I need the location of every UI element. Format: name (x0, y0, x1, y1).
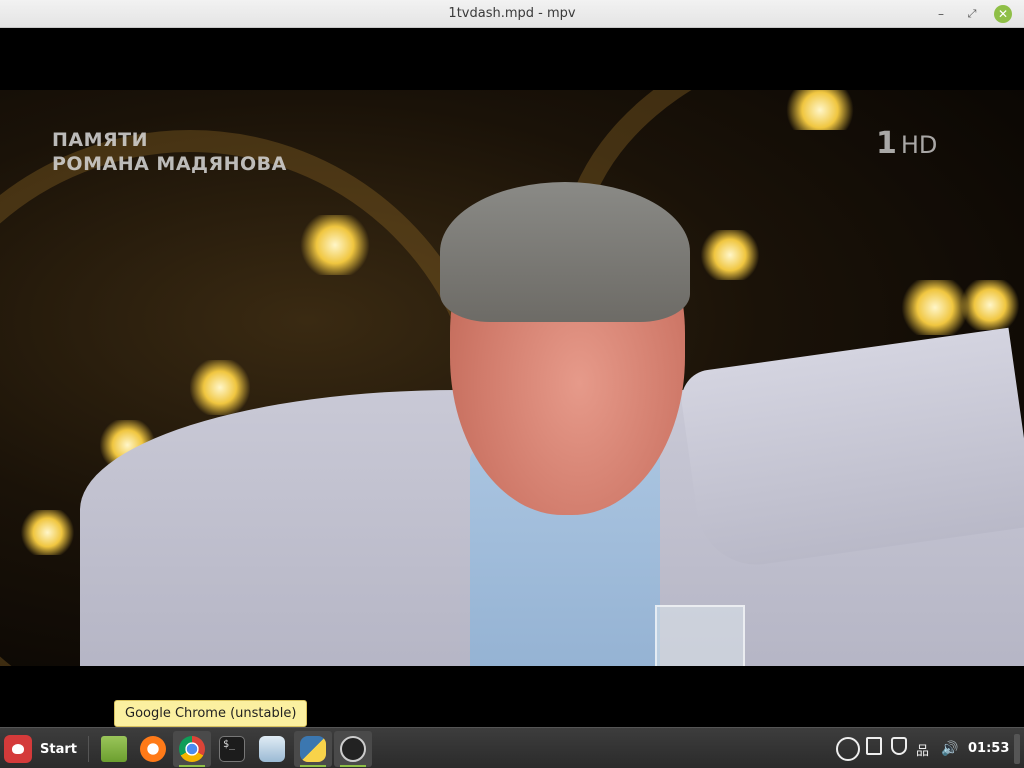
show-desktop-button[interactable] (1014, 734, 1020, 764)
tray-obs-icon[interactable] (836, 737, 860, 761)
tray-shield-icon[interactable] (891, 737, 907, 755)
channel-logo: 1 HD (876, 126, 937, 161)
mint-update-icon (259, 736, 285, 762)
taskbar-app-firefox[interactable] (134, 731, 172, 767)
maximize-button[interactable]: ⤢ (963, 5, 981, 23)
channel-hd-label: HD (900, 131, 938, 159)
taskbar-app-update-manager[interactable] (253, 731, 291, 767)
taskbar: Start $_ 品 🔊 01:53 (0, 727, 1024, 768)
caption-line-1: ПАМЯТИ (52, 129, 149, 151)
python-icon (300, 736, 326, 762)
video-area[interactable]: ПАМЯТИ РОМАНА МАДЯНОВА 1 HD (0, 28, 1024, 727)
taskbar-app-python[interactable] (294, 731, 332, 767)
channel-number: 1 (876, 126, 897, 161)
obs-icon (340, 736, 366, 762)
taskbar-separator (88, 736, 89, 762)
stage-light (960, 280, 1020, 330)
window-title: 1tvdash.mpd - mpv (448, 6, 576, 21)
tray-clipboard-icon[interactable] (866, 737, 882, 755)
stage-light (700, 230, 760, 280)
tray-network-icon[interactable]: 品 (916, 737, 929, 761)
terminal-icon: $_ (219, 736, 245, 762)
tooltip: Google Chrome (unstable) (114, 700, 308, 727)
stage-light (20, 510, 75, 555)
taskbar-app-chrome[interactable] (173, 731, 211, 767)
start-label: Start (40, 741, 77, 757)
taskbar-app-obs[interactable] (334, 731, 372, 767)
caption-line-2: РОМАНА МАДЯНОВА (52, 153, 287, 175)
files-icon (101, 736, 127, 762)
stage-light (190, 360, 250, 415)
water-glass (655, 605, 745, 666)
tray-volume-icon[interactable]: 🔊 (941, 737, 958, 761)
clock[interactable]: 01:53 (968, 741, 1009, 756)
close-button[interactable]: ✕ (994, 5, 1012, 23)
person-hair (440, 182, 690, 322)
taskbar-app-terminal[interactable]: $_ (213, 731, 251, 767)
chrome-icon (179, 736, 205, 762)
firefox-icon (140, 736, 166, 762)
start-button[interactable]: Start (4, 733, 77, 765)
stage-light (300, 215, 370, 275)
minimize-button[interactable]: – (932, 5, 950, 23)
window-titlebar[interactable]: 1tvdash.mpd - mpv – ⤢ ✕ (0, 0, 1024, 28)
start-menu-icon (4, 735, 32, 763)
stage-light (780, 90, 860, 130)
broadcast-caption: ПАМЯТИ РОМАНА МАДЯНОВА (52, 128, 287, 176)
taskbar-app-files[interactable] (95, 731, 133, 767)
video-frame[interactable]: ПАМЯТИ РОМАНА МАДЯНОВА 1 HD (0, 90, 1024, 666)
